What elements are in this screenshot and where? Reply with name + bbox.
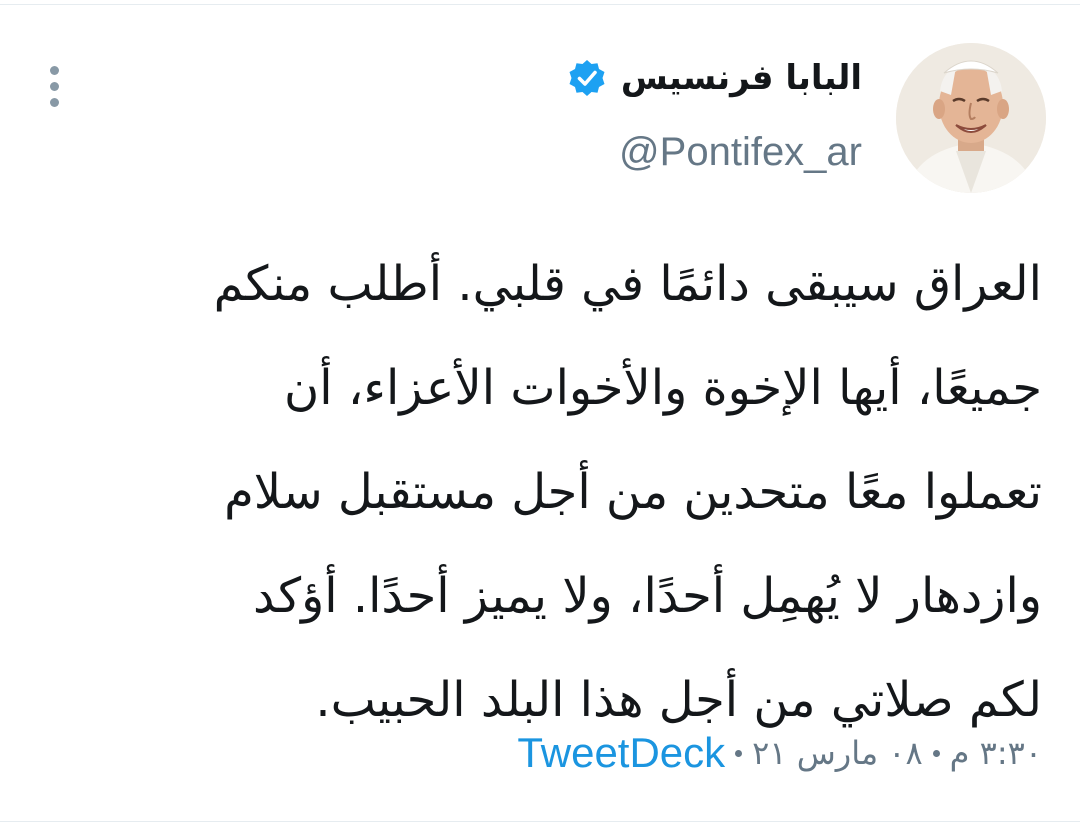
tweet-source-link[interactable]: TweetDeck (517, 732, 725, 774)
more-dot (50, 82, 59, 91)
tweet-date[interactable]: ٠٨ مارس ٢١ (752, 737, 923, 769)
meta-separator (932, 749, 940, 757)
bottom-divider (0, 821, 1080, 822)
more-dot (50, 66, 59, 75)
author-display-name[interactable]: البابا فرنسيس (621, 61, 862, 95)
tweet-line: جميعًا، أيها الإخوة والأخوات الأعزاء، أن (284, 360, 1042, 416)
verified-badge-icon (567, 58, 607, 98)
author-name-row[interactable]: البابا فرنسيس (567, 58, 862, 98)
more-vertical-icon[interactable] (50, 66, 62, 107)
tweet-card: البابا فرنسيس @Pontifex_ar العراق سيبقى … (0, 0, 1080, 824)
tweet-text: العراق سيبقى دائمًا في قلبي. أطلب منكم ج… (32, 232, 1042, 752)
tweet-line: تعملوا معًا متحدين من أجل مستقبل سلام (224, 464, 1042, 520)
author-handle[interactable]: @Pontifex_ar (619, 132, 862, 172)
avatar[interactable] (896, 43, 1046, 193)
top-divider (0, 4, 1080, 5)
tweet-line: وازدهار لا يُهمِل أحدًا، ولا يميز أحدًا.… (253, 568, 1042, 624)
tweet-line: العراق سيبقى دائمًا في قلبي. أطلب منكم (213, 256, 1042, 312)
more-dot (50, 98, 59, 107)
tweet-meta: ٣:٣٠ م ٠٨ مارس ٢١ TweetDeck (517, 732, 1042, 774)
tweet-time[interactable]: ٣:٣٠ م (950, 737, 1042, 769)
meta-separator (735, 749, 743, 757)
